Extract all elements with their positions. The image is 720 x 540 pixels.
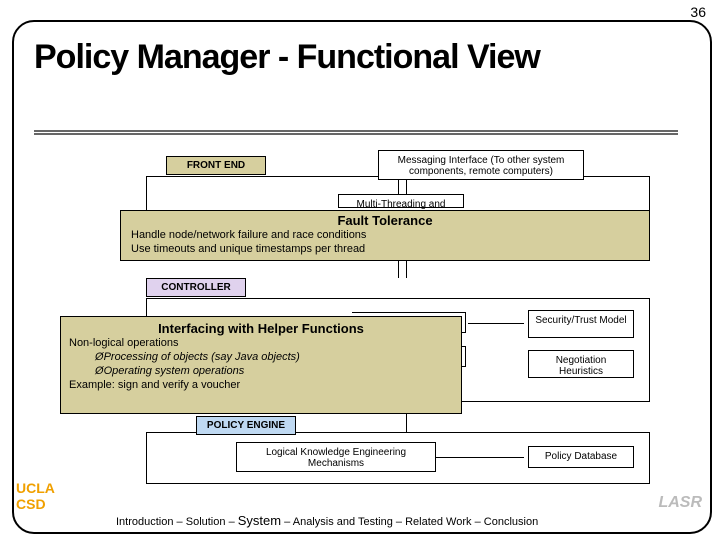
arrow-icon bbox=[406, 414, 407, 432]
nav-sep: – bbox=[177, 516, 186, 528]
label-frontend: FRONT END bbox=[166, 156, 266, 175]
callout-ft-line: Handle node/network failure and race con… bbox=[131, 228, 649, 242]
callout-ft-title: Fault Tolerance bbox=[121, 213, 649, 228]
nav-sep: – bbox=[284, 516, 293, 528]
nav-item: Introduction bbox=[116, 516, 173, 528]
arrow-icon bbox=[398, 260, 399, 278]
box-policydb: Policy Database bbox=[528, 446, 634, 468]
callout-if-sub: Processing of objects (say Java objects) bbox=[104, 351, 300, 363]
ucla-logo: UCLACSD bbox=[16, 480, 55, 512]
arrow-icon bbox=[406, 180, 407, 194]
callout-if-sub: Operating system operations bbox=[104, 365, 245, 377]
title-rule bbox=[34, 130, 678, 132]
lasr-logo: LASR bbox=[658, 494, 702, 512]
nav-item-current: System bbox=[238, 513, 281, 528]
nav-item: Conclusion bbox=[484, 516, 538, 528]
callout-if-line: Example: sign and verify a voucher bbox=[69, 378, 461, 392]
arrow-icon bbox=[406, 260, 407, 278]
label-engine: POLICY ENGINE bbox=[196, 416, 296, 435]
callout-if-title: Interfacing with Helper Functions bbox=[61, 321, 461, 336]
callout-ft-body: Handle node/network failure and race con… bbox=[121, 228, 649, 256]
nav-item: Solution bbox=[186, 516, 226, 528]
label-controller: CONTROLLER bbox=[146, 278, 246, 297]
footer-nav: Introduction – Solution – System – Analy… bbox=[116, 513, 538, 528]
box-negotiation: Negotiation Heuristics bbox=[528, 350, 634, 378]
callout-interfacing: Interfacing with Helper Functions Non-lo… bbox=[60, 316, 462, 414]
page-title: Policy Manager - Functional View bbox=[34, 38, 540, 77]
arrow-icon bbox=[436, 457, 524, 458]
nav-sep: – bbox=[229, 516, 238, 528]
nav-item: Related Work bbox=[405, 516, 471, 528]
callout-if-line: Non-logical operations bbox=[69, 336, 461, 350]
box-multithread: Multi-Threading and bbox=[338, 194, 464, 208]
arrow-icon bbox=[468, 323, 524, 324]
callout-ft-line: Use timeouts and unique timestamps per t… bbox=[131, 242, 649, 256]
nav-sep: – bbox=[475, 516, 484, 528]
arrow-icon bbox=[398, 180, 399, 194]
callout-fault-tolerance: Fault Tolerance Handle node/network fail… bbox=[120, 210, 650, 261]
page-number: 36 bbox=[690, 4, 706, 20]
title-rule-2 bbox=[34, 133, 678, 135]
box-messaging: Messaging Interface (To other system com… bbox=[378, 150, 584, 180]
nav-item: Analysis and Testing bbox=[293, 516, 393, 528]
nav-sep: – bbox=[396, 516, 405, 528]
box-lke: Logical Knowledge Engineering Mechanisms bbox=[236, 442, 436, 472]
box-security: Security/Trust Model bbox=[528, 310, 634, 338]
